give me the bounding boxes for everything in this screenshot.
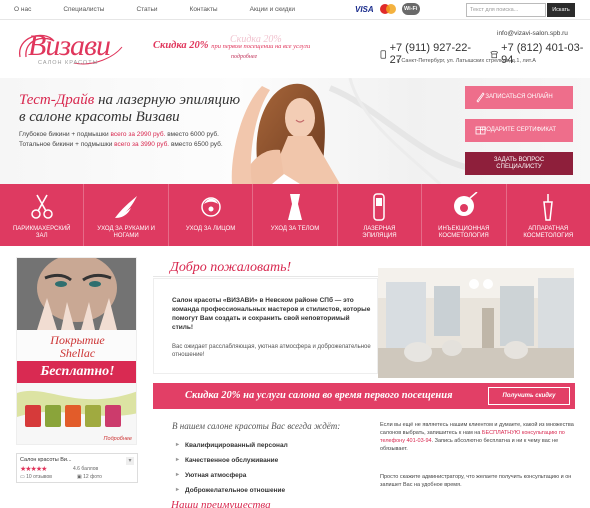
top-bar: О нас Специалисты Статьи Контакты Акции … [0, 0, 590, 20]
ask-specialist-button[interactable]: ЗАДАТЬ ВОПРОС СПЕЦИАЛИСТУ [465, 152, 573, 175]
laser-icon [373, 193, 386, 221]
gift-icon [475, 126, 486, 135]
divider [153, 276, 378, 277]
shellac-title: Покрытие Shellac [17, 330, 136, 360]
shellac-more-link[interactable]: Подробнее [104, 436, 132, 442]
category-label: ЛАЗЕРНАЯ ЭПИЛЯЦИЯ [362, 226, 397, 239]
hero-title-accent: Тест-Драйв [19, 92, 95, 108]
offer-1-old-price: вместо 6000 руб. [167, 131, 219, 138]
signup-online-button[interactable]: ЗАПИСАТЬСЯ ОНЛАЙН [465, 86, 573, 109]
category-label: УХОД ЗА ЛИЦОМ [185, 226, 236, 232]
nav-promotions[interactable]: Акции и скидки [250, 6, 295, 13]
intro-text-strong: Салон красоты «ВИЗАВИ» в Невском районе … [172, 297, 371, 331]
our-advantages-title: Наши преимущества [171, 499, 271, 508]
hero-title: Тест-Драйв на лазерную эпиляцию в салоне… [19, 92, 240, 126]
logo-subtitle: САЛОН КРАСОТЫ [38, 60, 99, 66]
reviews-count-label: 10 отзывов [26, 474, 52, 480]
shellac-free-label: Бесплатно! [17, 361, 136, 383]
nav-contacts[interactable]: Контакты [190, 6, 218, 13]
device-icon [543, 194, 554, 221]
face-icon [200, 197, 221, 217]
top-nav: О нас Специалисты Статьи Контакты Акции … [14, 6, 327, 13]
body-icon [287, 194, 302, 220]
nav-articles[interactable]: Статьи [136, 6, 157, 13]
hand-icon [115, 196, 138, 218]
category-hardware-cosmetology[interactable]: АППАРАТНАЯ КОСМЕТОЛОГИЯ [507, 184, 590, 246]
offer-2-price: всего за 3990 руб. [114, 141, 170, 148]
ask-specialist-label: ЗАДАТЬ ВОПРОС СПЕЦИАЛИСТУ [493, 156, 545, 170]
nav-specialists[interactable]: Специалисты [63, 6, 104, 13]
gift-certificate-button[interactable]: ПОДАРИТЕ СЕРТИФИКАТ [465, 119, 573, 142]
signup-online-label: ЗАПИСАТЬСЯ ОНЛАЙН [485, 94, 553, 100]
hero-title-line2: в салоне красоты Визави [19, 109, 180, 125]
shellac-banner[interactable]: Покрытие Shellac Бесплатно! Подробнее [16, 257, 137, 445]
nav-about[interactable]: О нас [14, 6, 31, 13]
hero-offer-2: Тотальное бикини + подмышки всего за 399… [19, 141, 223, 148]
welcome-title: Добро пожаловать! [170, 260, 292, 275]
photos-count[interactable]: ▣ 12 фото [77, 474, 102, 480]
reviews-count[interactable]: ▭ 10 отзывов [20, 474, 52, 480]
hero-offer-1: Глубокое бикини + подмышки всего за 2990… [19, 131, 219, 138]
shellac-model-image [17, 258, 136, 330]
consultation-text-2: Просто скажите администратору, что желае… [380, 474, 572, 488]
category-label: ИНЪЕКЦИОННАЯ КОСМЕТОЛОГИЯ [438, 226, 490, 239]
category-hair-salon[interactable]: ПАРИКМАХЕРСКИЙ ЗАЛ [0, 184, 85, 246]
photos-count-label: 12 фото [83, 474, 102, 480]
category-label: УХОД ЗА РУКАМИ И НОГАМИ [97, 226, 155, 239]
payment-icons: VISA Wi-Fi [355, 3, 420, 15]
search-input[interactable]: Текст для поиска... [466, 3, 546, 17]
salon-interior-image [378, 268, 574, 378]
category-body-care[interactable]: УХОД ЗА ТЕЛОМ [253, 184, 338, 246]
phone-icon [380, 49, 387, 59]
intro-box: Салон красоты «ВИЗАВИ» в Невском районе … [153, 278, 378, 374]
discount-text: Скидка 20% на услуги салона во время пер… [185, 390, 453, 401]
email-link[interactable]: info@vizavi-salon.spb.ru [497, 30, 568, 37]
shellac-line2: Shellac [59, 346, 96, 360]
address: г. Санкт-Петербург, ул. Латышских стрелк… [397, 58, 536, 64]
header-promo[interactable]: Скидка 20% при первом посещении на все у… [153, 40, 310, 60]
consultation-text: Если вы ещё не являетесь нашим клиентом … [380, 421, 575, 453]
rating-stars: ★★★★★ [20, 466, 47, 473]
review-salon-name: Салон красоты Ви... [20, 457, 72, 463]
wifi-icon: Wi-Fi [401, 3, 420, 15]
hero-title-rest: на лазерную эпиляцию [98, 92, 241, 108]
discount-bar: Скидка 20% на услуги салона во время пер… [153, 383, 575, 409]
injection-icon [453, 192, 478, 216]
category-label: АППАРАТНАЯ КОСМЕТОЛОГИЯ [523, 226, 574, 239]
category-bar: ПАРИКМАХЕРСКИЙ ЗАЛ УХОД ЗА РУКАМИ И НОГА… [0, 184, 590, 246]
promo-more-link[interactable]: подробнее [231, 54, 310, 60]
intro-text-light: Вас ожидает расслабляющая, уютная атмосф… [172, 344, 371, 358]
advantages-title: В нашем салоне красоты Вас всегда ждёт: [172, 421, 341, 431]
promo-tail: при первом посещении на все услуги [211, 43, 311, 50]
offer-2-old-price: вместо 6500 руб. [170, 141, 223, 148]
scissors-icon [30, 194, 53, 219]
mastercard-icon [379, 3, 396, 15]
category-face-care[interactable]: УХОД ЗА ЛИЦОМ [169, 184, 254, 246]
list-item: Уютная атмосфера [176, 471, 288, 487]
category-hands-feet[interactable]: УХОД ЗА РУКАМИ И НОГАМИ [84, 184, 169, 246]
offer-2-item: Тотальное бикини + подмышки [19, 141, 113, 148]
search-button[interactable]: Искать [547, 3, 575, 17]
category-label: ПАРИКМАХЕРСКИЙ ЗАЛ [12, 226, 71, 239]
logo[interactable]: Визави САЛОН КРАСОТЫ [14, 27, 126, 71]
review-widget[interactable]: Салон красоты Ви... ▾ ★★★★★ 4.6 баллов ▭… [16, 453, 138, 483]
category-laser-epilation[interactable]: ЛАЗЕРНАЯ ЭПИЛЯЦИЯ [338, 184, 423, 246]
rating-score: 4.6 баллов [73, 466, 99, 472]
visa-icon: VISA [355, 4, 374, 14]
offer-1-item: Глубокое бикини + подмышки [19, 131, 109, 138]
advantages-list: Квалифицированный персонал Качественное … [176, 441, 288, 502]
category-injection-cosmetology[interactable]: ИНЪЕКЦИОННАЯ КОСМЕТОЛОГИЯ [422, 184, 507, 246]
gift-certificate-label: ПОДАРИТЕ СЕРТИФИКАТ [481, 127, 557, 133]
chevron-down-icon[interactable]: ▾ [126, 457, 134, 465]
list-item: Квалифицированный персонал [176, 441, 288, 457]
offer-1-price: всего за 2990 руб. [110, 131, 166, 138]
get-discount-button[interactable]: Получить скидку [488, 387, 570, 405]
pen-icon [476, 92, 485, 103]
logo-name: Визави [28, 29, 111, 62]
promo-main: Скидка 20% [153, 40, 209, 51]
list-item: Качественное обслуживание [176, 456, 288, 472]
category-label: УХОД ЗА ТЕЛОМ [270, 226, 320, 232]
